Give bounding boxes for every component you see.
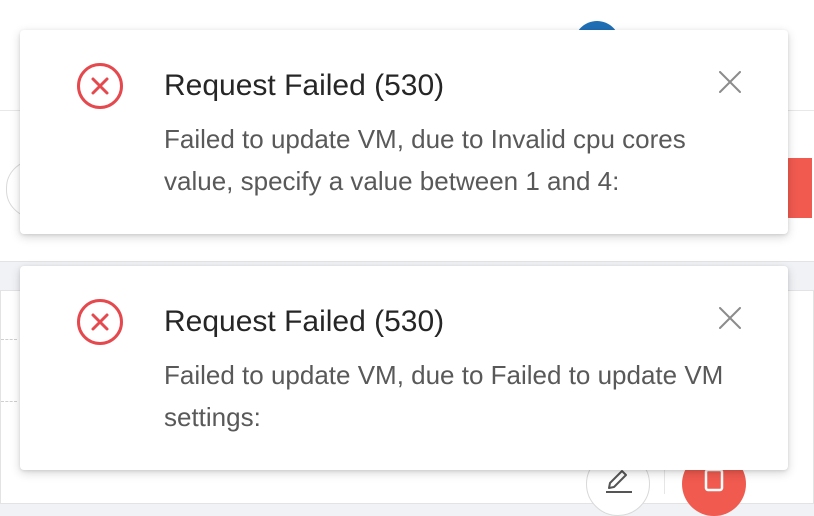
notification-title: Request Failed (530): [164, 305, 445, 338]
notification-message: Failed to update VM, due to Invalid cpu …: [164, 124, 686, 196]
notification-title: Request Failed (530): [164, 69, 445, 102]
close-circle-icon: [77, 299, 123, 345]
table-divider: [1, 339, 17, 340]
notification-close-button[interactable]: [716, 68, 744, 96]
error-notification: Request Failed (530) Failed to update VM…: [20, 30, 788, 234]
action-divider: [664, 470, 665, 494]
notification-message: Failed to update VM, due to Failed to up…: [164, 360, 724, 432]
notification-close-button[interactable]: [716, 304, 744, 332]
error-notification: Request Failed (530) Failed to update VM…: [20, 266, 788, 470]
close-icon: [719, 307, 741, 329]
table-divider: [1, 401, 17, 402]
close-circle-icon: [77, 63, 123, 109]
close-icon: [719, 71, 741, 93]
